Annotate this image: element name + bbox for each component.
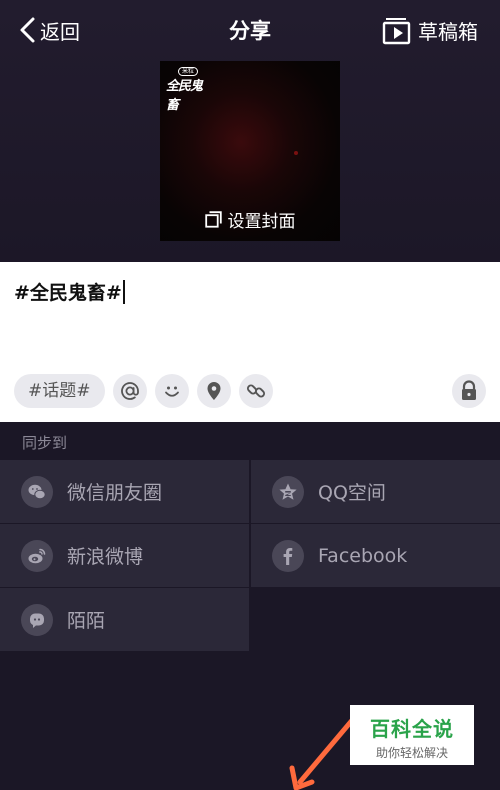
- nav-bar: 返回 分享 草稿箱: [0, 0, 500, 60]
- cover-red-dot: [294, 151, 298, 155]
- qzone-icon: [272, 475, 304, 508]
- sync-wechat-moments[interactable]: 微信朋友圈: [0, 460, 249, 523]
- top-header-area: 返回 分享 草稿箱 米粒 全民鬼畜 设置封面: [0, 0, 500, 262]
- link-button[interactable]: [238, 374, 273, 408]
- location-button[interactable]: [196, 374, 231, 408]
- caption-text: #全民鬼畜#: [14, 282, 122, 304]
- logo-text: 全民鬼畜: [166, 79, 203, 113]
- sync-label-weibo: 新浪微博: [67, 546, 144, 568]
- caption-toolbar: #话题#: [14, 374, 273, 408]
- mention-button[interactable]: [112, 374, 147, 408]
- baike-watermark: 百科全说 助你轻松解决: [350, 705, 474, 765]
- caption-input-area[interactable]: #全民鬼畜# #话题#: [0, 262, 500, 422]
- sync-label-facebook: Facebook: [318, 544, 408, 567]
- privacy-lock-button[interactable]: [452, 374, 486, 408]
- emoji-button[interactable]: [154, 374, 189, 408]
- text-caret: [122, 279, 125, 304]
- momo-icon: [21, 603, 53, 636]
- watermark-subtitle: 助你轻松解决: [375, 746, 448, 760]
- drafts-button[interactable]: 草稿箱: [382, 13, 478, 47]
- sync-facebook[interactable]: Facebook: [251, 524, 500, 587]
- location-icon: [207, 382, 220, 400]
- topic-button[interactable]: #话题#: [14, 374, 105, 408]
- at-icon: [120, 382, 139, 400]
- drafts-icon: [382, 18, 411, 45]
- sync-weibo[interactable]: 新浪微博: [0, 524, 249, 587]
- copy-frame-icon: [204, 210, 222, 228]
- sync-label-wechat: 微信朋友圈: [67, 482, 163, 504]
- drafts-label: 草稿箱: [418, 19, 478, 44]
- link-icon: [246, 384, 265, 398]
- sync-section-label: 同步到: [22, 434, 68, 452]
- emoji-icon: [164, 386, 179, 397]
- sync-label-momo: 陌陌: [67, 610, 106, 632]
- caption-field[interactable]: #全民鬼畜#: [14, 278, 125, 305]
- wechat-moments-icon: [21, 475, 53, 508]
- set-cover-label: 设置封面: [227, 211, 296, 232]
- sync-label-qzone: QQ空间: [318, 482, 386, 504]
- sync-qzone[interactable]: QQ空间: [251, 460, 500, 523]
- weibo-icon: [21, 539, 53, 572]
- video-cover[interactable]: 米粒 全民鬼畜 设置封面: [160, 61, 340, 241]
- facebook-icon: [272, 539, 304, 572]
- sync-momo[interactable]: 陌陌: [0, 588, 249, 651]
- watermark-title: 百科全说: [370, 717, 454, 741]
- quanminguichu-logo: 米粒 全民鬼畜: [166, 67, 212, 113]
- lock-icon: [462, 380, 476, 400]
- set-cover-button[interactable]: 设置封面: [160, 205, 340, 233]
